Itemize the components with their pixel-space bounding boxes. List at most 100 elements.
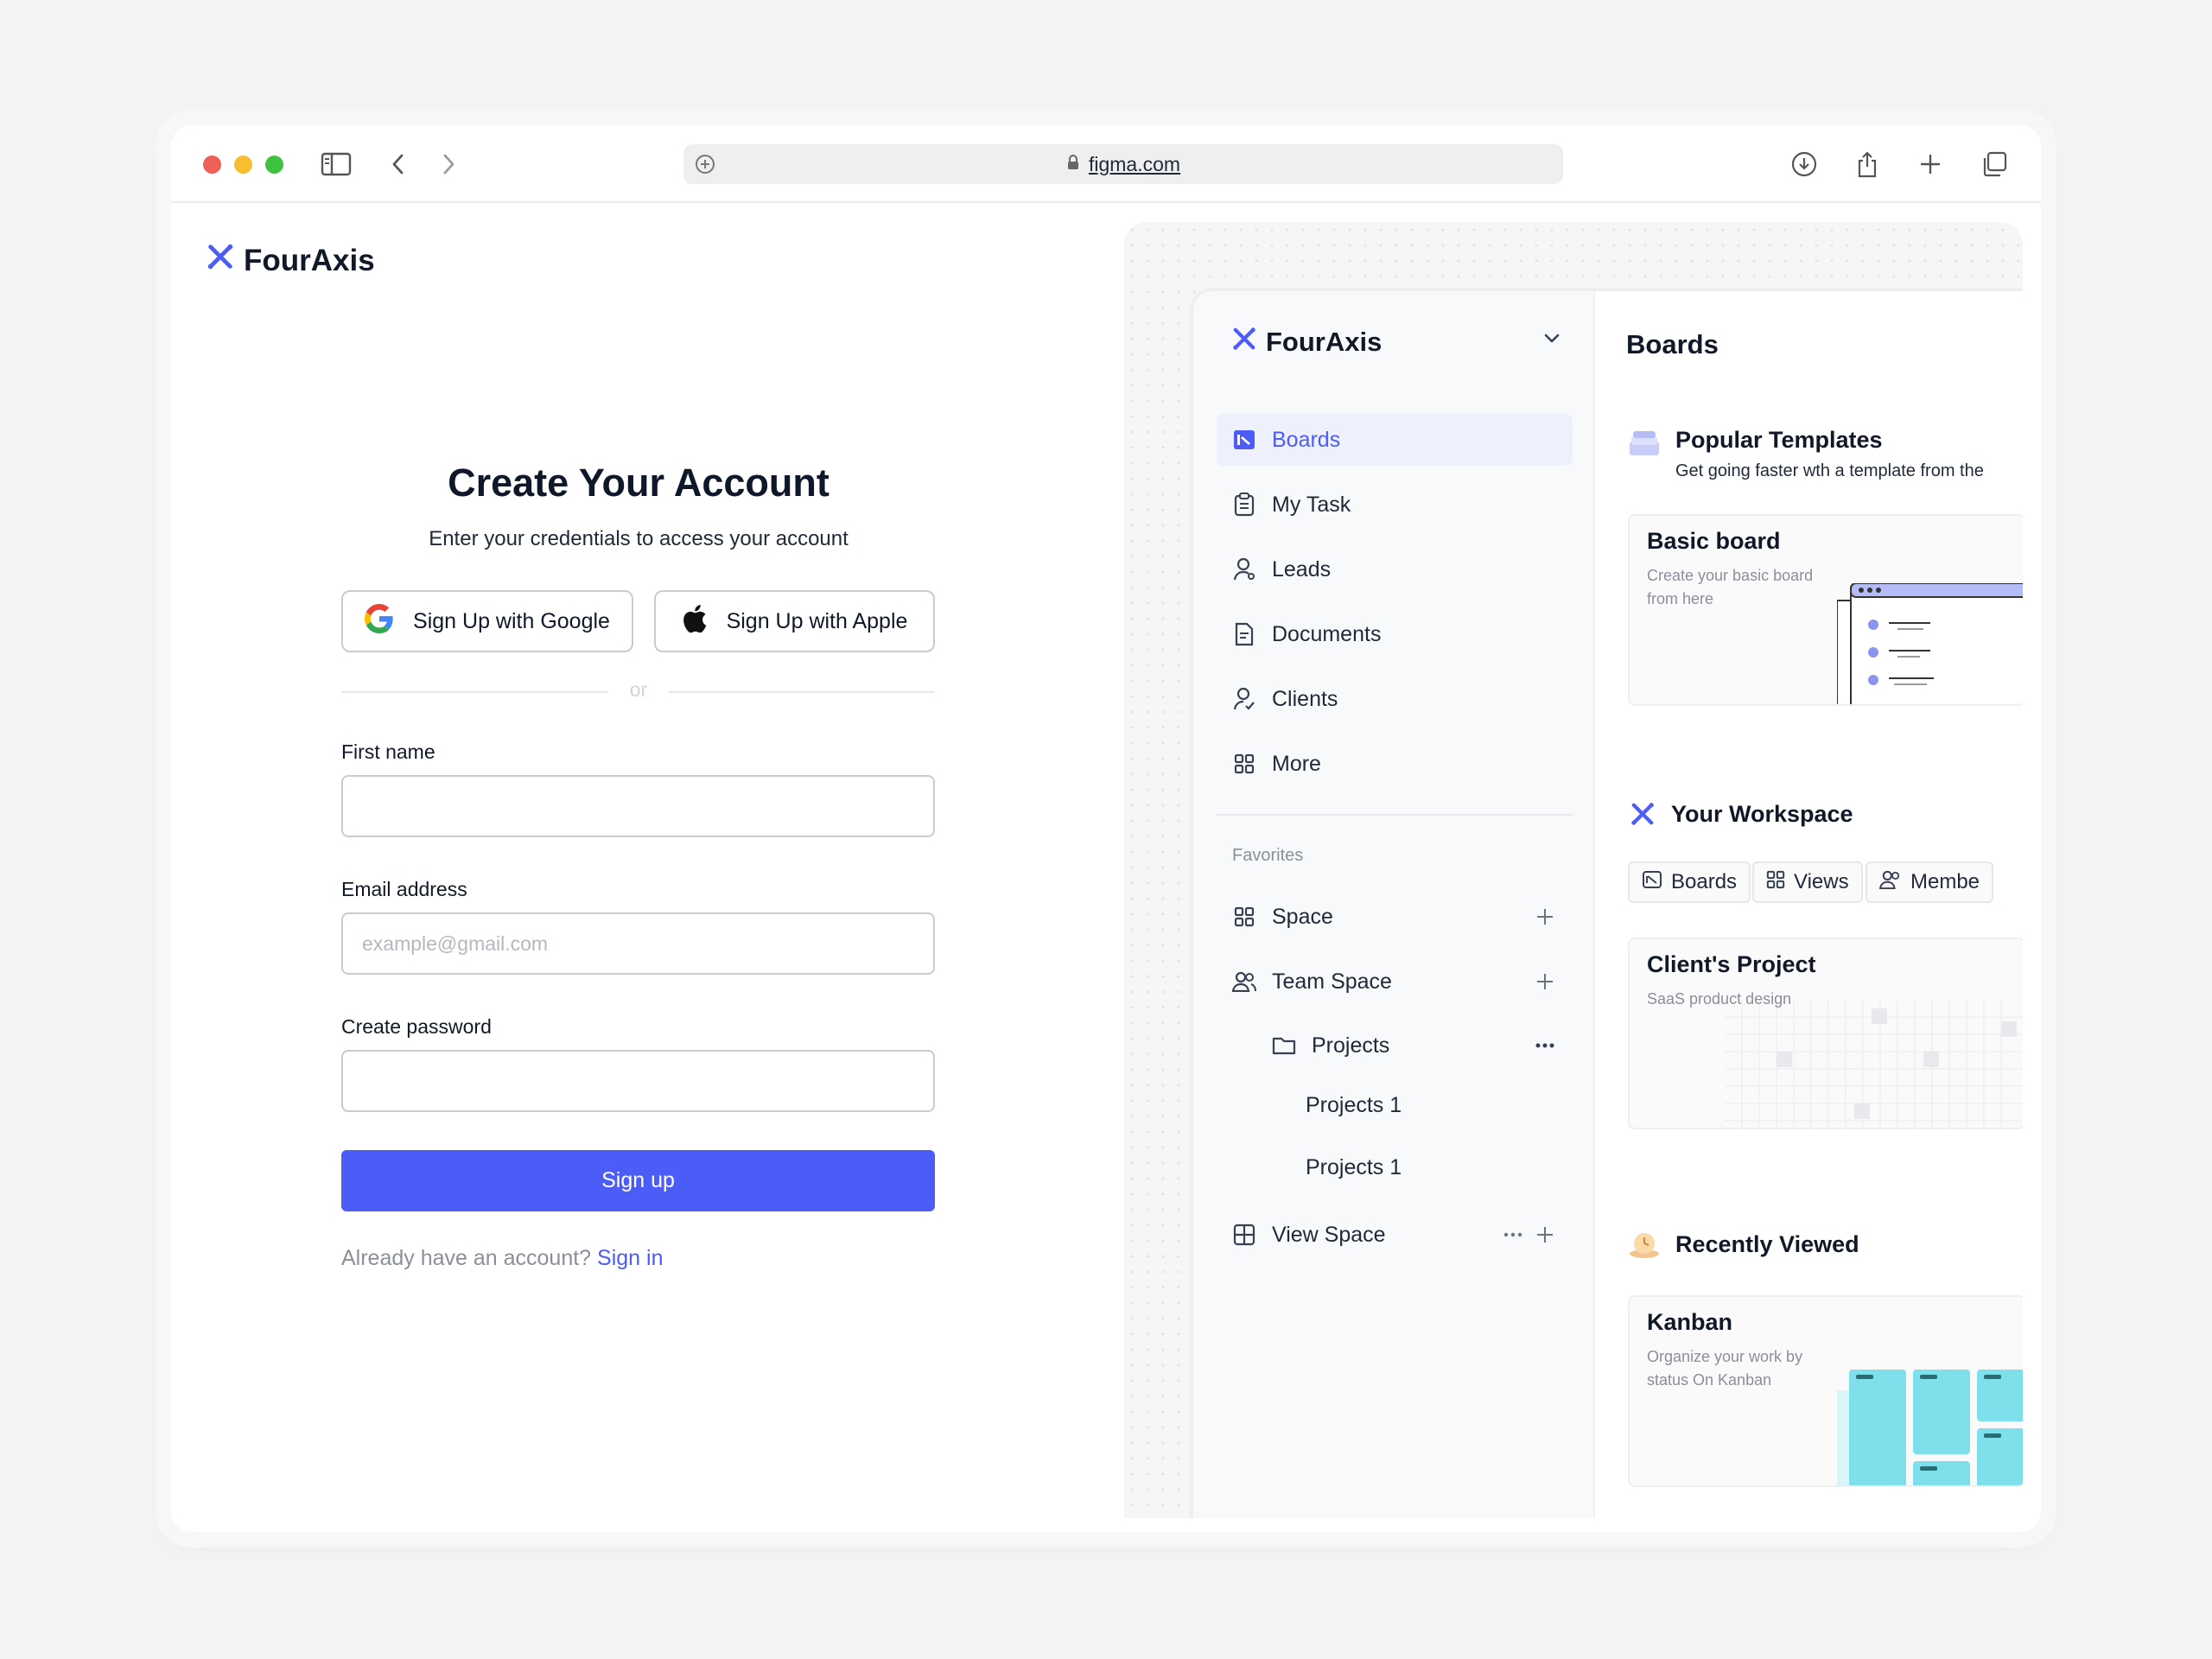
add-space-plus-icon[interactable] [1530,902,1560,931]
google-signup-label: Sign Up with Google [413,608,610,633]
new-tab-icon[interactable] [1910,144,1950,184]
view-space-more-icon[interactable] [1498,1220,1528,1249]
address-bar[interactable]: figma.com [683,144,1563,184]
zoom-window-button[interactable] [265,156,283,174]
sidebar-item-clients[interactable]: Clients [1217,673,1573,725]
client-project-card[interactable]: Client's Project SaaS product design [1628,938,2023,1129]
card-title: Kanban [1647,1309,1733,1335]
grid-icon [1232,752,1256,776]
apple-signup-button[interactable]: Sign Up with Apple [654,590,935,652]
tab-label: Views [1794,870,1849,893]
document-icon [1232,622,1256,646]
signin-prompt: Already have an account? [341,1246,592,1270]
page-subtitle: Enter your credentials to access your ac… [429,527,849,550]
boards-icon [1642,870,1662,895]
google-icon [365,603,394,639]
divider-or-text: or [629,678,648,701]
app-preview: FourAxis Boards My Task Leads Documents … [1124,222,2023,1518]
favorite-label: Space [1272,904,1333,929]
url-text: figma.com [1088,152,1181,175]
password-field[interactable] [341,1050,935,1112]
add-team-space-plus-icon[interactable] [1530,967,1560,996]
first-name-field[interactable] [341,775,935,837]
lock-icon [1066,153,1080,176]
app-main: Boards Popular Templates Get going faste… [1595,291,2023,1518]
brand-logo[interactable]: FourAxis [204,240,375,281]
tab-views[interactable]: Views [1752,861,1863,903]
projects-more-icon[interactable] [1530,1031,1560,1060]
back-icon[interactable] [378,144,418,184]
recently-viewed-title: Recently Viewed [1675,1231,1859,1257]
kanban-card[interactable]: Kanban Organize your work by status On K… [1628,1295,2023,1487]
favorites-heading: Favorites [1232,846,1304,865]
sidebar-item-my-task[interactable]: My Task [1217,479,1573,531]
brand-name: FourAxis [244,243,375,277]
chevron-down-icon[interactable] [1543,332,1560,348]
app-mockup: FourAxis Boards My Task Leads Documents … [1193,291,2023,1518]
share-icon[interactable] [1847,144,1887,184]
card-title: Client's Project [1647,951,1816,977]
project-item-2[interactable]: Projects 1 [1306,1155,1402,1180]
fouraxis-logo-icon [1628,799,1657,833]
signin-link[interactable]: Sign in [597,1246,663,1270]
tab-boards[interactable]: Boards [1628,861,1751,903]
sidebar-item-more[interactable]: More [1217,738,1573,790]
minimize-window-button[interactable] [234,156,252,174]
signup-button[interactable]: Sign up [341,1150,935,1211]
workspace-title: Your Workspace [1671,801,1853,827]
apple-signup-label: Sign Up with Apple [726,608,908,633]
boards-icon [1232,428,1256,452]
folder-projects[interactable]: Projects [1256,1020,1573,1071]
sidebar-item-label: More [1272,751,1321,776]
clipboard-icon [1232,493,1256,517]
tab-label: Boards [1671,870,1738,893]
kanban-illustration-icon [1837,1370,2023,1485]
favorite-label: Team Space [1272,969,1392,994]
sidebar-divider [1217,814,1573,816]
boards-title: Boards [1626,329,1719,359]
sidebar-toggle-icon[interactable] [316,144,356,184]
card-subtitle: Organize your work by status On Kanban [1647,1348,1803,1389]
grid-pattern-icon [1725,1000,2023,1128]
project-item-1[interactable]: Projects 1 [1306,1093,1402,1118]
forward-icon[interactable] [429,144,468,184]
sidebar-item-leads[interactable]: Leads [1217,543,1573,595]
add-view-space-plus-icon[interactable] [1530,1220,1560,1249]
sidebar-item-label: Documents [1272,621,1382,646]
workspace-switcher[interactable]: FourAxis [1230,324,1382,360]
signin-row: Already have an account? Sign in [341,1246,664,1271]
fouraxis-logo-icon [1230,324,1259,360]
browser-toolbar: figma.com [171,125,2041,203]
first-name-label: First name [341,741,435,763]
grid-icon [1232,905,1256,929]
page-title: Create Your Account [448,461,830,505]
user-icon [1232,557,1256,582]
sidebar-item-label: Clients [1272,686,1338,711]
download-icon[interactable] [1784,144,1824,184]
google-signup-button[interactable]: Sign Up with Google [341,590,633,652]
url-display[interactable]: figma.com [683,144,1563,184]
card-subtitle: Create your basic board from here [1647,567,1814,607]
popular-templates-title: Popular Templates [1675,427,1883,453]
popular-templates-subtitle: Get going faster wth a template from the [1675,461,1984,480]
tab-overview-icon[interactable] [1974,144,2014,184]
sidebar-item-label: Leads [1272,556,1332,582]
favorite-label: View Space [1272,1222,1386,1247]
apple-icon [682,604,708,639]
folder-label: Projects [1312,1033,1390,1058]
tab-members[interactable]: Membe [1866,861,1994,903]
clock-icon [1628,1230,1661,1263]
app-sidebar: FourAxis Boards My Task Leads Documents … [1193,291,1595,1518]
close-window-button[interactable] [203,156,221,174]
board-illustration-icon [1837,583,2023,704]
user-check-icon [1232,687,1256,711]
favorite-team-space[interactable]: Team Space [1217,956,1573,1007]
team-icon [1232,969,1256,994]
sidebar-item-documents[interactable]: Documents [1217,608,1573,660]
email-label: Email address [341,878,467,900]
browser-window: figma.com FourAxis Create Your Account E… [171,125,2041,1532]
basic-board-card[interactable]: Basic board Create your basic board from… [1628,514,2023,706]
favorite-space[interactable]: Space [1217,891,1573,943]
sidebar-item-boards[interactable]: Boards [1217,414,1573,466]
email-field[interactable] [341,912,935,975]
